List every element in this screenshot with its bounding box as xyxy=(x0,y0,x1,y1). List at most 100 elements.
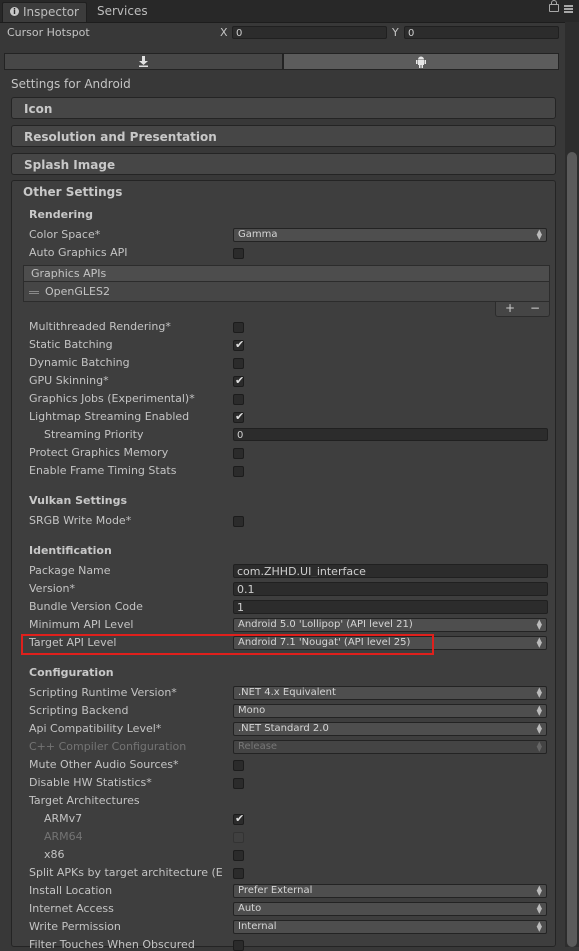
api-compat-dropdown[interactable]: .NET Standard 2.0 ▲ ▼ xyxy=(233,722,547,736)
info-icon: i xyxy=(10,7,19,16)
section-icon[interactable]: Icon xyxy=(11,97,556,119)
section-splash-label: Splash Image xyxy=(24,158,116,172)
remove-api-button[interactable]: − xyxy=(530,301,540,315)
write-permission-label: Write Permission xyxy=(29,920,121,933)
checkmark-icon: ✔ xyxy=(235,812,245,825)
dropdown-arrow-icon: ▲ ▼ xyxy=(536,228,542,241)
vulkan-heading: Vulkan Settings xyxy=(29,494,128,507)
static-batching-checkbox[interactable]: ✔ xyxy=(233,338,245,351)
mute-audio-label: Mute Other Audio Sources* xyxy=(29,758,179,771)
runtime-dropdown[interactable]: .NET 4.x Equivalent ▲ ▼ xyxy=(233,686,547,700)
package-name-label: Package Name xyxy=(29,564,111,577)
multithreaded-label: Multithreaded Rendering* xyxy=(29,320,171,333)
configuration-heading: Configuration xyxy=(29,666,114,679)
drag-handle-icon[interactable] xyxy=(29,291,39,292)
tab-services-label: Services xyxy=(97,4,148,18)
window-tab-bar: i Inspector Services xyxy=(0,0,579,23)
graphics-apis-header: Graphics APIs xyxy=(23,265,550,282)
android-icon xyxy=(416,56,426,68)
dropdown-arrow-icon: ▲ ▼ xyxy=(536,722,542,735)
platform-tab-standalone[interactable] xyxy=(4,53,283,70)
lightmap-streaming-label: Lightmap Streaming Enabled xyxy=(29,410,190,423)
auto-graphics-api-checkbox[interactable] xyxy=(233,248,244,259)
section-icon-label: Icon xyxy=(24,102,53,116)
x86-checkbox[interactable] xyxy=(233,850,244,861)
gpu-skinning-checkbox[interactable]: ✔ xyxy=(233,374,245,387)
hotspot-x-label: X xyxy=(220,26,228,39)
filter-touches-checkbox[interactable] xyxy=(233,940,244,951)
hotspot-y-label: Y xyxy=(392,26,399,39)
streaming-priority-label: Streaming Priority xyxy=(44,428,144,441)
bundle-code-label: Bundle Version Code xyxy=(29,600,143,613)
armv7-checkbox[interactable]: ✔ xyxy=(233,812,245,825)
tab-services[interactable]: Services xyxy=(90,2,155,21)
graphics-jobs-checkbox[interactable] xyxy=(233,394,244,405)
graphics-apis-list: OpenGLES2 xyxy=(23,282,550,302)
section-splash[interactable]: Splash Image xyxy=(11,153,556,175)
package-name-field[interactable]: com.ZHHD.UI_interface xyxy=(233,564,548,578)
target-api-highlight xyxy=(21,634,434,655)
srgb-label: SRGB Write Mode* xyxy=(29,514,132,527)
arm64-checkbox xyxy=(233,832,244,843)
streaming-priority-field[interactable]: 0 xyxy=(233,428,548,441)
platform-tab-android[interactable] xyxy=(283,53,559,70)
min-api-label: Minimum API Level xyxy=(29,618,134,631)
runtime-value: .NET 4.x Equivalent xyxy=(238,687,336,698)
frame-timing-checkbox[interactable] xyxy=(233,466,244,477)
protect-memory-checkbox[interactable] xyxy=(233,448,244,459)
checkmark-icon: ✔ xyxy=(235,338,245,351)
version-field[interactable]: 0.1 xyxy=(233,582,548,596)
bundle-code-field[interactable]: 1 xyxy=(233,600,548,614)
tab-inspector[interactable]: i Inspector xyxy=(2,2,87,22)
mute-audio-checkbox[interactable] xyxy=(233,760,244,771)
dropdown-arrow-icon: ▲ ▼ xyxy=(536,920,542,933)
scrollbar-thumb[interactable] xyxy=(567,152,577,947)
internet-access-value: Auto xyxy=(238,903,262,914)
lock-icon[interactable] xyxy=(549,0,559,12)
cursor-hotspot-label: Cursor Hotspot xyxy=(7,26,90,39)
add-api-button[interactable]: + xyxy=(505,301,515,315)
min-api-value: Android 5.0 'Lollipop' (API level 21) xyxy=(238,619,413,630)
armv7-label: ARMv7 xyxy=(44,812,83,825)
filter-touches-label: Filter Touches When Obscured xyxy=(29,938,195,951)
tab-inspector-label: Inspector xyxy=(23,5,79,19)
protect-memory-label: Protect Graphics Memory xyxy=(29,446,169,459)
dynamic-batching-checkbox[interactable] xyxy=(233,358,244,369)
split-apks-checkbox[interactable] xyxy=(233,868,244,879)
graphics-apis-title: Graphics APIs xyxy=(31,267,107,280)
multithreaded-checkbox[interactable] xyxy=(233,322,244,333)
section-resolution-label: Resolution and Presentation xyxy=(24,130,217,144)
write-permission-value: Internal xyxy=(238,921,277,932)
hotspot-y-field[interactable]: 0 xyxy=(404,26,559,39)
menu-icon[interactable] xyxy=(564,5,573,13)
srgb-checkbox[interactable] xyxy=(233,516,244,527)
dropdown-arrow-icon: ▲ ▼ xyxy=(536,704,542,717)
install-location-dropdown[interactable]: Prefer External ▲ ▼ xyxy=(233,884,547,898)
graphics-jobs-label: Graphics Jobs (Experimental)* xyxy=(29,392,195,405)
dynamic-batching-label: Dynamic Batching xyxy=(29,356,130,369)
install-location-label: Install Location xyxy=(29,884,113,897)
backend-value: Mono xyxy=(238,705,266,716)
internet-access-label: Internet Access xyxy=(29,902,114,915)
hotspot-x-field[interactable]: 0 xyxy=(232,26,387,39)
disable-hw-checkbox[interactable] xyxy=(233,778,244,789)
color-space-dropdown[interactable]: Gamma ▲ ▼ xyxy=(233,228,547,242)
section-resolution[interactable]: Resolution and Presentation xyxy=(11,125,556,147)
min-api-dropdown[interactable]: Android 5.0 'Lollipop' (API level 21) ▲ ▼ xyxy=(233,618,547,632)
download-icon xyxy=(139,56,148,67)
graphics-api-item[interactable]: OpenGLES2 xyxy=(45,285,110,298)
write-permission-dropdown[interactable]: Internal ▲ ▼ xyxy=(233,920,547,934)
lightmap-streaming-checkbox[interactable]: ✔ xyxy=(233,410,244,423)
cpp-config-value: Release xyxy=(238,741,278,752)
checkmark-icon: ✔ xyxy=(235,374,245,387)
target-arch-label: Target Architectures xyxy=(29,794,140,807)
split-apks-label: Split APKs by target architecture (E xyxy=(29,866,223,879)
auto-graphics-api-label: Auto Graphics API xyxy=(29,246,128,259)
x86-label: x86 xyxy=(44,848,65,861)
dropdown-arrow-icon: ▲ ▼ xyxy=(536,902,542,915)
dropdown-arrow-icon: ▲ ▼ xyxy=(536,740,542,753)
internet-access-dropdown[interactable]: Auto ▲ ▼ xyxy=(233,902,547,916)
dropdown-arrow-icon: ▲ ▼ xyxy=(536,636,542,649)
section-other-label[interactable]: Other Settings xyxy=(23,185,122,199)
backend-dropdown[interactable]: Mono ▲ ▼ xyxy=(233,704,547,718)
